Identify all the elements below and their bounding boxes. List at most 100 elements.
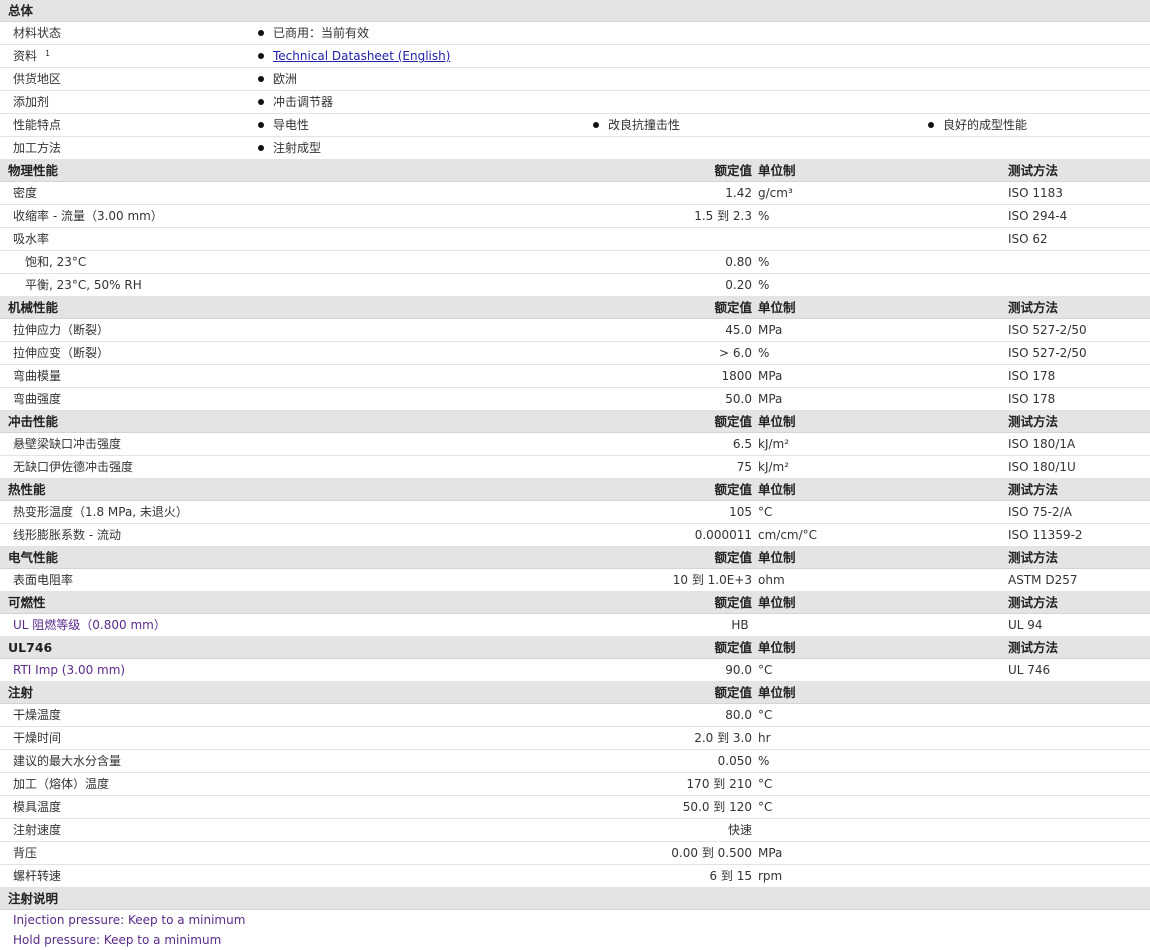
property-unit: %	[758, 209, 770, 223]
test-method: ISO 75-2/A	[1008, 505, 1072, 519]
property-label: 建议的最大水分含量	[13, 754, 122, 768]
property-value: 0.00 到 0.500	[671, 846, 752, 860]
section-header-mechanical: 机械性能 额定值 单位制 测试方法	[0, 297, 1150, 319]
property-label: 背压	[13, 846, 38, 860]
column-header-test: 测试方法	[1008, 163, 1059, 178]
property-value: 50.0 到 120	[682, 800, 752, 814]
test-method: ISO 180/1U	[1008, 460, 1076, 474]
property-unit: °C	[758, 777, 773, 791]
property-row: 收缩率 - 流量（3.00 mm） 1.5 到 2.3% ISO 294-4	[0, 205, 1150, 228]
property-label: RTI Imp (3.00 mm)	[13, 663, 126, 677]
property-unit: °C	[758, 708, 773, 722]
property-value: 10 到 1.0E+3	[672, 573, 752, 587]
property-label: 资料	[13, 49, 38, 63]
technical-datasheet-link[interactable]: Technical Datasheet (English)	[273, 49, 450, 63]
column-header-test: 测试方法	[1008, 300, 1059, 315]
test-method: ISO 294-4	[1008, 209, 1068, 223]
property-value: HB	[731, 618, 749, 632]
column-header-test: 测试方法	[1008, 414, 1059, 429]
property-row: 注射速度 快速	[0, 819, 1150, 842]
property-label: 无缺口伊佐德冲击强度	[13, 460, 134, 474]
property-row: UL 阻燃等级（0.800 mm） HB UL 94	[0, 614, 1150, 637]
property-label: 干燥温度	[13, 708, 62, 722]
bullet-text: 注射成型	[273, 141, 322, 155]
property-value: 0.80	[725, 255, 752, 269]
property-unit: kJ/m²	[758, 437, 790, 451]
column-header-unit: 单位制	[758, 163, 796, 178]
property-row: 热变形温度（1.8 MPa, 未退火） 105 °C ISO 75-2/A	[0, 501, 1150, 524]
bullet-item: 良好的成型性能	[928, 114, 1027, 136]
column-header-rated: 额定值	[714, 640, 752, 655]
property-row: 饱和, 23°C 0.80%	[0, 251, 1150, 274]
general-row: 添加剂 冲击调节器	[0, 91, 1150, 114]
property-unit: hr	[758, 731, 771, 745]
general-row: 资料 1 Technical Datasheet (English)	[0, 45, 1150, 68]
column-header-rated: 额定值	[714, 482, 752, 497]
property-row: 拉伸应变（断裂） > 6.0% ISO 527-2/50	[0, 342, 1150, 365]
section-title: 注射	[8, 685, 34, 700]
section-title: 总体	[8, 3, 34, 18]
property-label: 弯曲模量	[13, 369, 62, 383]
property-row: 拉伸应力（断裂） 45.0 MPa ISO 527-2/50	[0, 319, 1150, 342]
property-row: 干燥温度 80.0 °C	[0, 704, 1150, 727]
property-label: 饱和, 23°C	[25, 255, 87, 269]
section-header-injection: 注射 额定值 单位制	[0, 682, 1150, 704]
property-value: 快速	[727, 823, 752, 837]
property-value: > 6.0	[719, 346, 752, 360]
section-header-ul746: UL746 额定值 单位制 测试方法	[0, 637, 1150, 659]
property-value: 0.000011	[694, 528, 752, 542]
general-row: 供货地区 欧洲	[0, 68, 1150, 91]
column-header-rated: 额定值	[714, 595, 752, 610]
property-unit: °C	[758, 663, 773, 677]
property-unit: MPa	[758, 369, 783, 383]
column-header-rated: 额定值	[714, 550, 752, 565]
section-header-physical: 物理性能 额定值 单位制 测试方法	[0, 160, 1150, 182]
property-label: 螺杆转速	[13, 869, 62, 883]
column-header-test: 测试方法	[1008, 595, 1059, 610]
property-label: 悬壁梁缺口冲击强度	[13, 437, 122, 451]
property-value: 1.42	[725, 186, 752, 200]
bullet-item: 已商用：当前有效	[258, 22, 369, 44]
property-unit: MPa	[758, 323, 783, 337]
bullet-icon	[258, 145, 264, 151]
general-row: 性能特点 导电性 改良抗撞击性 良好的成型性能	[0, 114, 1150, 137]
property-row: 螺杆转速 6 到 15 rpm	[0, 865, 1150, 888]
test-method: ISO 527-2/50	[1008, 346, 1087, 360]
bullet-text: 已商用：当前有效	[273, 26, 370, 40]
property-value: 80.0	[725, 708, 752, 722]
property-label: 模具温度	[13, 800, 62, 814]
column-header-unit: 单位制	[758, 640, 796, 655]
bullet-item: 欧洲	[258, 68, 297, 90]
test-method: ISO 11359-2	[1008, 528, 1083, 542]
property-label: 干燥时间	[13, 731, 62, 745]
column-header-unit: 单位制	[758, 482, 796, 497]
property-row: 无缺口伊佐德冲击强度 75 kJ/m² ISO 180/1U	[0, 456, 1150, 479]
column-header-test: 测试方法	[1008, 550, 1059, 565]
test-method: UL 94	[1008, 618, 1043, 632]
property-unit: rpm	[758, 869, 783, 883]
property-row: RTI Imp (3.00 mm) 90.0 °C UL 746	[0, 659, 1150, 682]
property-unit: MPa	[758, 392, 783, 406]
property-value: 90.0	[725, 663, 752, 677]
column-header-rated: 额定值	[714, 685, 752, 700]
datasheet: 总体 材料状态 已商用：当前有效 资料 1 Technical Datasheet (En…	[0, 0, 1150, 950]
property-row: 背压 0.00 到 0.500 MPa	[0, 842, 1150, 865]
bullet-text: 欧洲	[273, 72, 298, 86]
property-row: 悬壁梁缺口冲击强度 6.5 kJ/m² ISO 180/1A	[0, 433, 1150, 456]
property-unit: %	[758, 278, 770, 292]
column-header-test: 测试方法	[1008, 640, 1059, 655]
property-value: 0.20	[725, 278, 752, 292]
section-title: UL746	[8, 640, 53, 655]
property-row: 平衡, 23°C, 50% RH 0.20%	[0, 274, 1150, 297]
property-row: 密度 1.42 g/cm³ ISO 1183	[0, 182, 1150, 205]
property-row: 加工（熔体）温度 170 到 210 °C	[0, 773, 1150, 796]
property-label: 平衡, 23°C, 50% RH	[25, 278, 142, 292]
column-header-test: 测试方法	[1008, 482, 1059, 497]
test-method: ISO 178	[1008, 369, 1056, 383]
property-row: 弯曲强度 50.0 MPa ISO 178	[0, 388, 1150, 411]
injection-note: Injection pressure: Keep to a minimum	[0, 910, 1150, 930]
bullet-item: 冲击调节器	[258, 91, 333, 113]
general-row: 加工方法 注射成型	[0, 137, 1150, 160]
section-header-electrical: 电气性能 额定值 单位制 测试方法	[0, 547, 1150, 569]
property-row: 弯曲模量 1800 MPa ISO 178	[0, 365, 1150, 388]
